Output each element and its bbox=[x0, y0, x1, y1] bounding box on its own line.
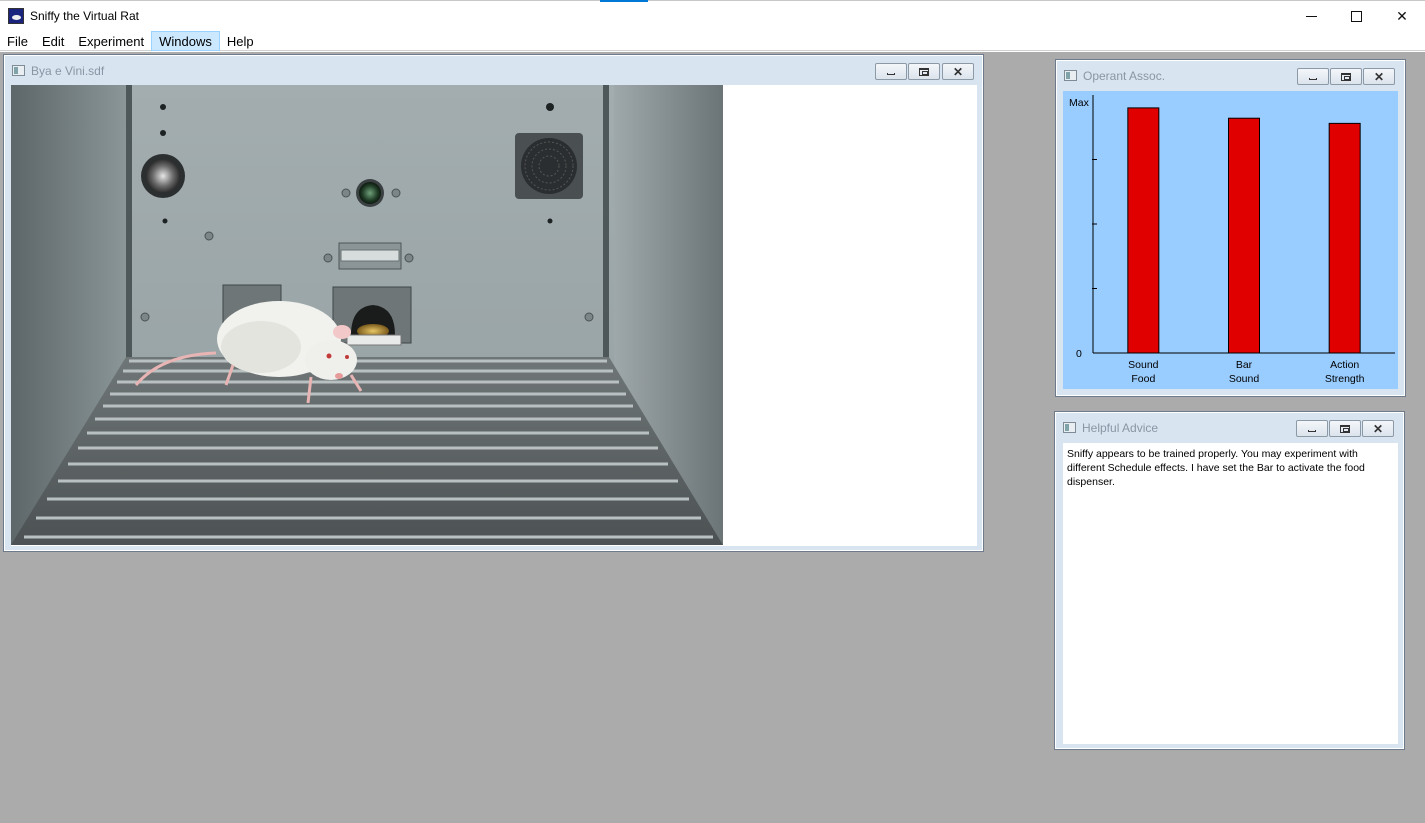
category-label-2-1: Strength bbox=[1325, 373, 1365, 385]
advice-restore-button[interactable] bbox=[1329, 420, 1361, 437]
minimize-icon bbox=[1308, 429, 1316, 432]
minimize-icon bbox=[1305, 15, 1317, 17]
menu-bar: File Edit Experiment Windows Help bbox=[0, 31, 1425, 51]
experiment-window[interactable]: Bya e Vini.sdf ✕ bbox=[3, 54, 984, 552]
operant-restore-button[interactable] bbox=[1330, 68, 1362, 85]
minimize-button[interactable] bbox=[1288, 1, 1334, 31]
y-tick-zero: 0 bbox=[1076, 348, 1082, 360]
experiment-window-titlebar[interactable]: Bya e Vini.sdf ✕ bbox=[4, 55, 983, 83]
close-button[interactable]: ✕ bbox=[1379, 1, 1425, 31]
restore-icon bbox=[1340, 424, 1350, 433]
minimize-icon bbox=[887, 72, 895, 75]
operant-bar-chart: Max 0 Sound Food Bar Sound Action Strength bbox=[1069, 95, 1395, 385]
menu-windows[interactable]: Windows bbox=[151, 31, 220, 51]
minimize-icon bbox=[1309, 77, 1317, 80]
category-label-0-0: Sound bbox=[1128, 359, 1159, 371]
category-label-1-0: Bar bbox=[1236, 359, 1253, 371]
experiment-restore-button[interactable] bbox=[908, 63, 940, 80]
close-icon: ✕ bbox=[1373, 69, 1385, 84]
experiment-window-title: Bya e Vini.sdf bbox=[31, 64, 105, 78]
document-icon bbox=[1064, 70, 1077, 81]
advice-close-button[interactable]: ✕ bbox=[1362, 420, 1394, 437]
bar-0 bbox=[1127, 107, 1160, 354]
operant-minimize-button[interactable] bbox=[1297, 68, 1329, 85]
category-label-0-1: Food bbox=[1131, 373, 1155, 385]
maximize-button[interactable] bbox=[1333, 1, 1379, 31]
app-title: Sniffy the Virtual Rat bbox=[30, 9, 139, 23]
document-icon bbox=[1063, 422, 1076, 433]
operant-close-button[interactable]: ✕ bbox=[1363, 68, 1395, 85]
menu-help[interactable]: Help bbox=[220, 31, 261, 51]
advice-text: Sniffy appears to be trained properly. Y… bbox=[1063, 443, 1398, 744]
advice-minimize-button[interactable] bbox=[1296, 420, 1328, 437]
focus-accent bbox=[600, 0, 648, 2]
document-icon bbox=[12, 65, 25, 76]
advice-window-titlebar[interactable]: Helpful Advice ✕ bbox=[1055, 412, 1404, 440]
experiment-minimize-button[interactable] bbox=[875, 63, 907, 80]
close-icon: ✕ bbox=[952, 64, 964, 79]
mdi-workspace: Bya e Vini.sdf ✕ Operant Assoc. ✕ Max 0 … bbox=[0, 52, 1425, 823]
helpful-advice-window[interactable]: Helpful Advice ✕ Sniffy appears to be tr… bbox=[1054, 411, 1405, 750]
close-icon: ✕ bbox=[1372, 421, 1384, 436]
category-label-1-1: Sound bbox=[1229, 373, 1260, 385]
operant-window-title: Operant Assoc. bbox=[1083, 69, 1166, 83]
bar-2 bbox=[1328, 122, 1361, 354]
close-icon: ✕ bbox=[1396, 7, 1408, 24]
restore-icon bbox=[919, 67, 929, 76]
operant-assoc-window[interactable]: Operant Assoc. ✕ Max 0 Sound Food Bar Sound… bbox=[1055, 59, 1406, 397]
operant-chamber-image bbox=[11, 85, 723, 545]
bar-1 bbox=[1228, 117, 1260, 354]
operant-window-titlebar[interactable]: Operant Assoc. ✕ bbox=[1056, 60, 1405, 88]
menu-edit[interactable]: Edit bbox=[35, 31, 71, 51]
y-tick-max: Max bbox=[1069, 97, 1090, 109]
experiment-close-button[interactable]: ✕ bbox=[942, 63, 974, 80]
menu-file[interactable]: File bbox=[0, 31, 35, 51]
app-rat-icon bbox=[8, 8, 24, 24]
experiment-client-area bbox=[11, 85, 977, 546]
maximize-icon bbox=[1350, 10, 1362, 22]
app-titlebar: Sniffy the Virtual Rat ✕ bbox=[0, 0, 1425, 31]
operant-chart-area: Max 0 Sound Food Bar Sound Action Strength bbox=[1063, 91, 1398, 389]
restore-icon bbox=[1341, 72, 1351, 81]
menu-experiment[interactable]: Experiment bbox=[71, 31, 151, 51]
category-label-2-0: Action bbox=[1330, 359, 1359, 371]
advice-window-title: Helpful Advice bbox=[1082, 421, 1159, 435]
